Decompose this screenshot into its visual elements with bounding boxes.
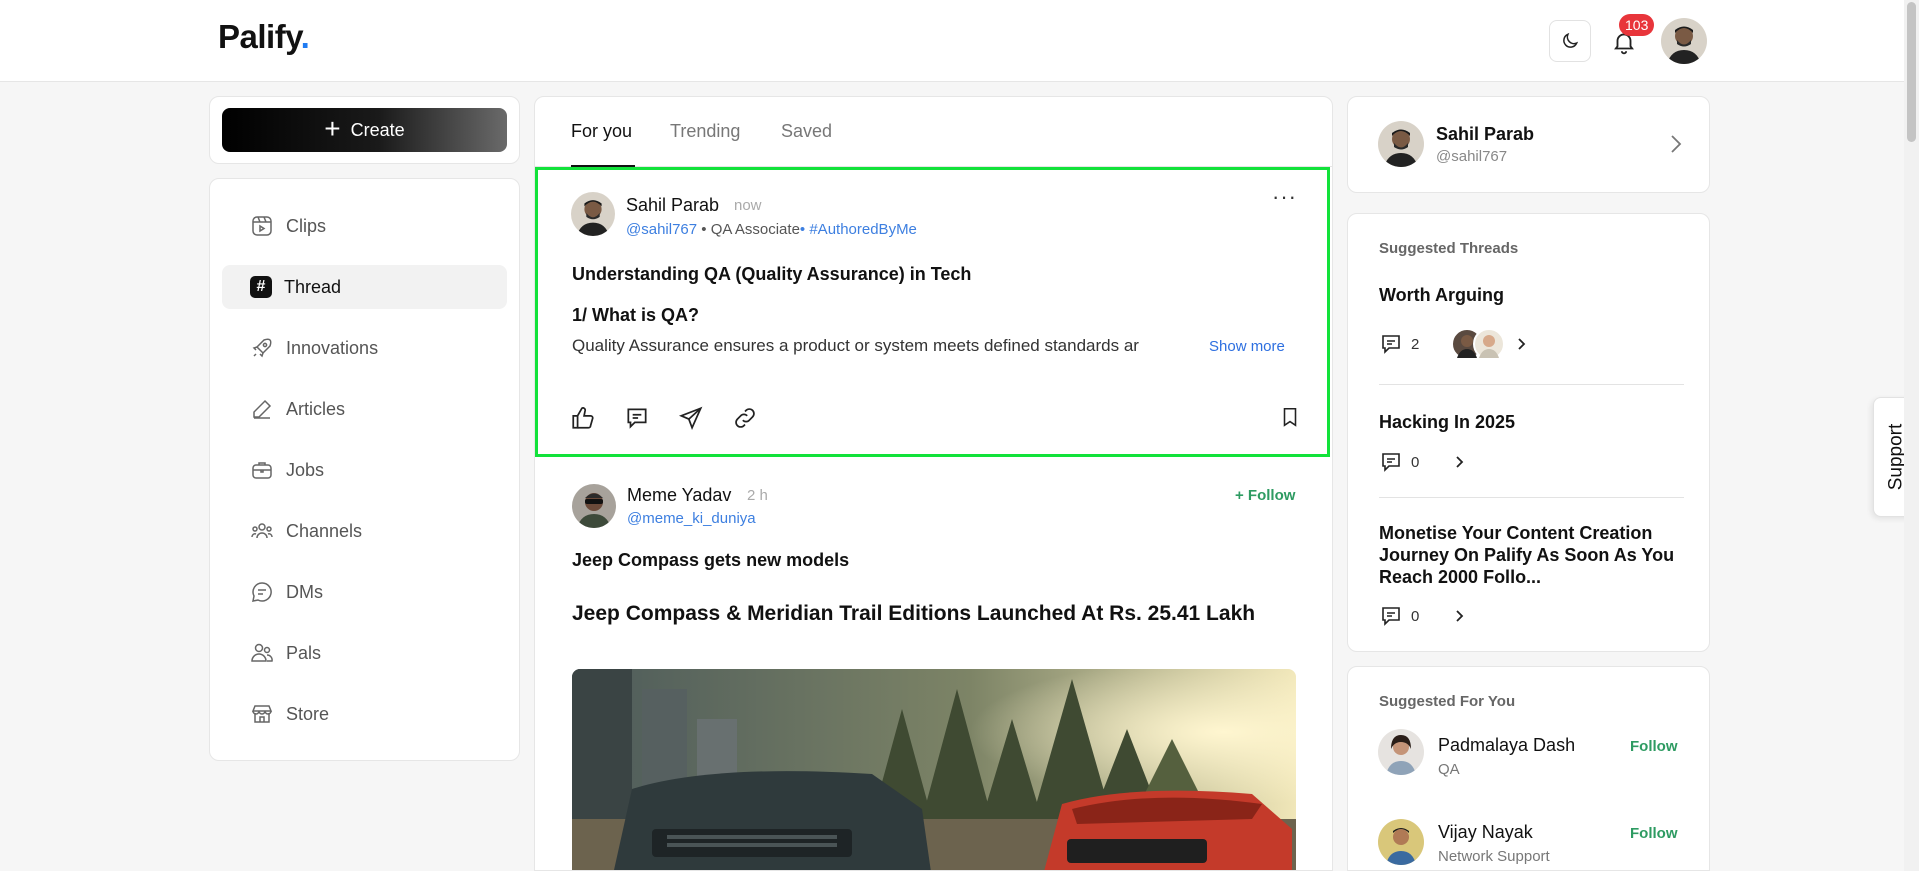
thread-meta: 0 bbox=[1379, 450, 1467, 474]
chevron-right-icon[interactable] bbox=[1451, 608, 1467, 624]
tab-for-you[interactable]: For you bbox=[571, 121, 632, 142]
link-icon[interactable] bbox=[732, 405, 758, 431]
create-panel: + Create bbox=[209, 96, 520, 164]
sidebar-item-thread[interactable]: # Thread bbox=[222, 265, 507, 309]
comment-icon[interactable] bbox=[624, 405, 650, 431]
post-author-handle[interactable]: @sahil767 bbox=[626, 221, 697, 238]
post-hashtag[interactable]: • #AuthoredByMe bbox=[800, 221, 917, 238]
thread-title[interactable]: Monetise Your Content Creation Journey O… bbox=[1379, 522, 1679, 588]
feed-panel: For you Trending Saved Sahil Parab now @… bbox=[534, 96, 1333, 871]
suggestion-role: QA bbox=[1438, 761, 1460, 778]
feed-tabs: For you Trending Saved bbox=[535, 97, 1332, 167]
top-bar: Palify. 103 bbox=[0, 0, 1919, 82]
post-card-highlighted[interactable]: Sahil Parab now @sahil767 • QA Associate… bbox=[535, 167, 1330, 457]
rocket-icon bbox=[252, 338, 272, 358]
divider bbox=[1379, 384, 1684, 385]
suggestion-role: Network Support bbox=[1438, 848, 1550, 865]
chevron-right-icon[interactable] bbox=[1451, 454, 1467, 470]
briefcase-icon bbox=[252, 462, 272, 479]
comment-icon bbox=[1382, 335, 1400, 354]
thread-title[interactable]: Worth Arguing bbox=[1379, 284, 1679, 306]
post-author-name[interactable]: Sahil Parab bbox=[626, 195, 719, 216]
post-title: Understanding QA (Quality Assurance) in … bbox=[572, 264, 972, 284]
suggested-for-you-card: Suggested For You Padmalaya Dash QA Foll… bbox=[1347, 666, 1710, 871]
suggested-threads-card: Suggested Threads Worth Arguing 2 Hackin… bbox=[1347, 213, 1710, 652]
thread-title[interactable]: Hacking In 2025 bbox=[1379, 411, 1679, 433]
follow-button[interactable]: + Follow bbox=[1235, 487, 1295, 504]
moon-icon bbox=[1563, 32, 1579, 48]
show-more-link[interactable]: Show more bbox=[1209, 338, 1285, 355]
sidebar-item-clips[interactable]: Clips bbox=[222, 204, 507, 248]
suggestion-name[interactable]: Padmalaya Dash bbox=[1438, 735, 1575, 756]
post-headline: Jeep Compass & Meridian Trail Editions L… bbox=[572, 602, 1256, 625]
post-timestamp: now bbox=[734, 197, 762, 214]
post-author-name[interactable]: Meme Yadav bbox=[627, 485, 731, 506]
store-icon bbox=[251, 705, 273, 723]
bookmark-icon[interactable] bbox=[1279, 406, 1301, 428]
palify-logo[interactable]: Palify. bbox=[218, 18, 310, 56]
post-author-avatar[interactable] bbox=[571, 192, 615, 236]
chevron-right-icon[interactable] bbox=[1666, 133, 1686, 155]
tab-trending[interactable]: Trending bbox=[670, 121, 740, 142]
profile-name: Sahil Parab bbox=[1436, 124, 1535, 144]
follow-button[interactable]: Follow bbox=[1630, 825, 1678, 842]
hash-icon: # bbox=[250, 276, 272, 298]
participant-avatars bbox=[1451, 328, 1506, 360]
sidebar-item-jobs[interactable]: Jobs bbox=[222, 448, 507, 492]
suggested-for-you-heading: Suggested For You bbox=[1379, 693, 1516, 710]
sidebar-item-innovations[interactable]: Innovations bbox=[222, 326, 507, 370]
suggested-threads-heading: Suggested Threads bbox=[1379, 240, 1519, 257]
post-image[interactable] bbox=[572, 669, 1296, 870]
theme-toggle-button[interactable] bbox=[1549, 20, 1591, 62]
thread-meta: 2 bbox=[1379, 328, 1529, 360]
sidebar-item-store[interactable]: Store bbox=[222, 692, 507, 736]
post-body-text: Quality Assurance ensures a product or s… bbox=[572, 336, 1139, 355]
post-author-meta: @sahil767 • QA Associate• #AuthoredByMe bbox=[626, 221, 917, 238]
users-group-icon bbox=[251, 523, 273, 539]
create-button[interactable]: + Create bbox=[222, 108, 507, 152]
pen-icon bbox=[253, 399, 272, 419]
post-title: Jeep Compass gets new models bbox=[572, 550, 850, 570]
profile-card[interactable]: Sahil Parab @sahil767 bbox=[1347, 96, 1710, 193]
notification-badge: 103 bbox=[1619, 14, 1655, 36]
chat-icon bbox=[252, 582, 272, 602]
sidebar-item-channels[interactable]: Channels bbox=[222, 509, 507, 553]
post-author-avatar[interactable] bbox=[572, 484, 616, 528]
page-scrollbar[interactable] bbox=[1904, 0, 1919, 871]
profile-handle: @sahil767 bbox=[1436, 148, 1508, 165]
post-timestamp: 2 h bbox=[747, 487, 768, 504]
suggestion-avatar[interactable] bbox=[1378, 729, 1424, 775]
comment-icon bbox=[1382, 453, 1400, 472]
clips-icon bbox=[252, 216, 272, 236]
share-icon[interactable] bbox=[678, 405, 704, 431]
follow-button[interactable]: Follow bbox=[1630, 738, 1678, 755]
more-options-icon[interactable]: ··· bbox=[1272, 184, 1297, 210]
pals-icon bbox=[251, 643, 273, 662]
like-icon[interactable] bbox=[570, 405, 596, 431]
suggestion-avatar[interactable] bbox=[1378, 819, 1424, 865]
plus-icon: + bbox=[324, 112, 341, 144]
sidebar-nav: Clips # Thread Innovations Articles Jobs… bbox=[209, 178, 520, 761]
user-avatar[interactable] bbox=[1661, 18, 1707, 64]
comment-icon bbox=[1382, 607, 1400, 626]
thread-meta: 0 bbox=[1379, 604, 1467, 628]
suggestion-name[interactable]: Vijay Nayak bbox=[1438, 822, 1533, 843]
post-subtitle: 1/ What is QA? bbox=[572, 305, 700, 325]
sidebar-item-pals[interactable]: Pals bbox=[222, 631, 507, 675]
scrollbar-thumb[interactable] bbox=[1907, 2, 1916, 142]
post-author-handle[interactable]: @meme_ki_duniya bbox=[627, 510, 756, 527]
sidebar-item-articles[interactable]: Articles bbox=[222, 387, 507, 431]
tab-saved[interactable]: Saved bbox=[781, 121, 832, 142]
sidebar-item-dms[interactable]: DMs bbox=[222, 570, 507, 614]
divider bbox=[1379, 497, 1684, 498]
chevron-right-icon[interactable] bbox=[1513, 336, 1529, 352]
profile-avatar bbox=[1378, 121, 1424, 167]
